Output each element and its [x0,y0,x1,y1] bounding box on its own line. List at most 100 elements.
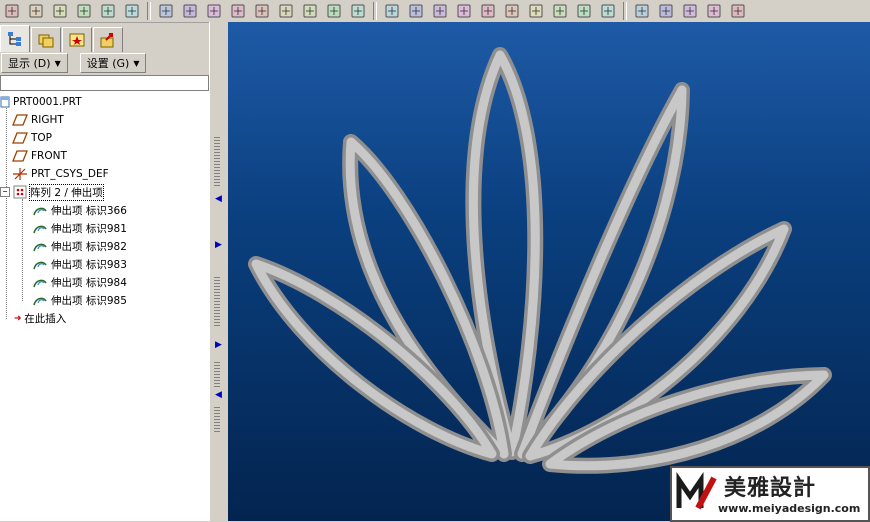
paste-special-icon[interactable] [252,2,272,20]
tree-item-top[interactable]: TOP [12,130,52,146]
graphics-viewport[interactable] [228,22,870,521]
tree-item-protrusion[interactable]: 伸出项 标识981 [32,220,127,236]
watermark-url: www.meiyadesign.com [718,502,861,515]
collapse-left-icon[interactable]: ◀ [215,194,222,204]
datum-plane-icon [12,114,28,126]
show-menu-button[interactable]: 显示 (D) ▼ [1,53,68,73]
tree-menubar: 显示 (D) ▼ 设置 (G) ▼ [0,53,211,73]
tree-item-label: 伸出项 标识366 [51,204,127,217]
tree-item-label: 伸出项 标识985 [51,294,127,307]
undo-icon[interactable] [156,2,176,20]
tree-item-pattern[interactable]: − 阵列 2 / 伸出项 [0,183,104,201]
connections-tab[interactable] [93,27,123,52]
watermark: 美雅設計 www.meiyadesign.com [670,466,870,522]
tree-item-protrusion[interactable]: 伸出项 标识985 [32,292,127,308]
toolbar-separator [373,2,377,20]
petal [545,370,829,471]
connections-icon [100,33,114,48]
repaint-icon[interactable] [382,2,402,20]
layers-icon[interactable] [574,2,594,20]
splitter-grip[interactable] [214,407,220,432]
tree-item-protrusion[interactable]: 伸出项 标识984 [32,274,127,290]
datum-plane-icon [12,132,28,144]
tree-item-label: PRT_CSYS_DEF [31,168,109,180]
favorites-tab[interactable] [62,27,92,52]
splitter-grip[interactable] [214,137,220,187]
tree-item-label: 阵列 2 / 伸出项 [29,183,104,201]
chevron-down-icon: ▼ [133,58,140,68]
protrusion-icon [33,243,47,252]
chevron-down-icon: ▼ [54,58,61,68]
print-icon[interactable] [74,2,94,20]
dropdown-icon[interactable] [348,2,368,20]
tree-item-protrusion[interactable]: 伸出项 标识983 [32,256,127,272]
tree-root[interactable]: PRT0001.PRT [0,94,82,110]
save-icon[interactable] [50,2,70,20]
insert-here-label: 在此插入 [24,312,67,325]
protrusion-icon [33,225,47,234]
tree-item-protrusion[interactable]: 伸出项 标识982 [32,238,127,254]
select-box-icon[interactable] [324,2,344,20]
tree-item-label: 伸出项 标识984 [51,276,127,289]
model-tree: PRT0001.PRT RIGHT TOP FRONT PRT_CSYS_DEF… [0,91,210,521]
splitter-grip[interactable] [214,362,220,387]
main-toolbar [0,0,870,23]
toolbar-separator [623,2,627,20]
saved-views-icon[interactable] [550,2,570,20]
redo-icon[interactable] [180,2,200,20]
datum-plane-icon [12,150,28,162]
tree-item-csys[interactable]: PRT_CSYS_DEF [12,166,109,182]
spin-center-icon[interactable] [406,2,426,20]
panel-splitter[interactable]: ◀ ▶ ▶ ◀ [209,22,229,521]
erase-icon[interactable] [122,2,142,20]
protrusion-icon [33,297,47,306]
folder-browser-tab[interactable] [31,27,61,52]
protrusion-icon [33,261,47,270]
regenerate-icon[interactable] [276,2,296,20]
brand-logo-icon [676,472,718,514]
no-hidden-icon[interactable] [680,2,700,20]
orient-icon[interactable] [430,2,450,20]
sketch-icon[interactable] [728,2,748,20]
toolbar-separator [147,2,151,20]
model-display-icon[interactable] [598,2,618,20]
tree-item-right[interactable]: RIGHT [12,112,64,128]
find-icon[interactable] [300,2,320,20]
open-folder-icon[interactable] [26,2,46,20]
tree-connector [6,99,7,319]
expand-right-icon[interactable]: ▶ [215,240,222,250]
tree-item-front[interactable]: FRONT [12,148,67,164]
tree-item-label: 伸出项 标识982 [51,240,127,253]
zoom-in-icon[interactable] [454,2,474,20]
insert-here-marker[interactable]: ➜ 在此插入 [14,310,66,326]
tree-column-header [0,75,209,91]
collapse-left-icon[interactable]: ◀ [215,390,222,400]
settings-menu-button[interactable]: 设置 (G) ▼ [79,53,147,73]
hidden-line-icon[interactable] [656,2,676,20]
splitter-grip[interactable] [214,277,220,327]
shading-icon[interactable] [704,2,724,20]
new-file-icon[interactable] [2,2,22,20]
protrusion-icon [33,207,47,216]
paste-icon[interactable] [228,2,248,20]
folder-browser-icon [38,34,54,48]
protrusion-icon [33,279,47,288]
copy-icon[interactable] [204,2,224,20]
tree-connector [22,199,23,301]
send-icon[interactable] [98,2,118,20]
zoom-out-icon[interactable] [478,2,498,20]
wireframe-icon[interactable] [632,2,652,20]
part-icon [0,96,10,108]
tree-item-protrusion[interactable]: 伸出项 标识366 [32,202,127,218]
refit-icon[interactable] [502,2,522,20]
coordinate-system-icon [13,168,27,180]
model-tree-tab[interactable] [0,25,30,52]
reorient-icon[interactable] [526,2,546,20]
lotus-model [248,47,832,474]
expand-right-icon[interactable]: ▶ [215,340,222,350]
watermark-title: 美雅設計 [724,476,817,501]
collapse-icon[interactable]: − [0,187,10,197]
navigator-tabs [0,24,210,52]
model-tree-icon [8,32,21,46]
tree-item-label: 伸出项 标识983 [51,258,127,271]
